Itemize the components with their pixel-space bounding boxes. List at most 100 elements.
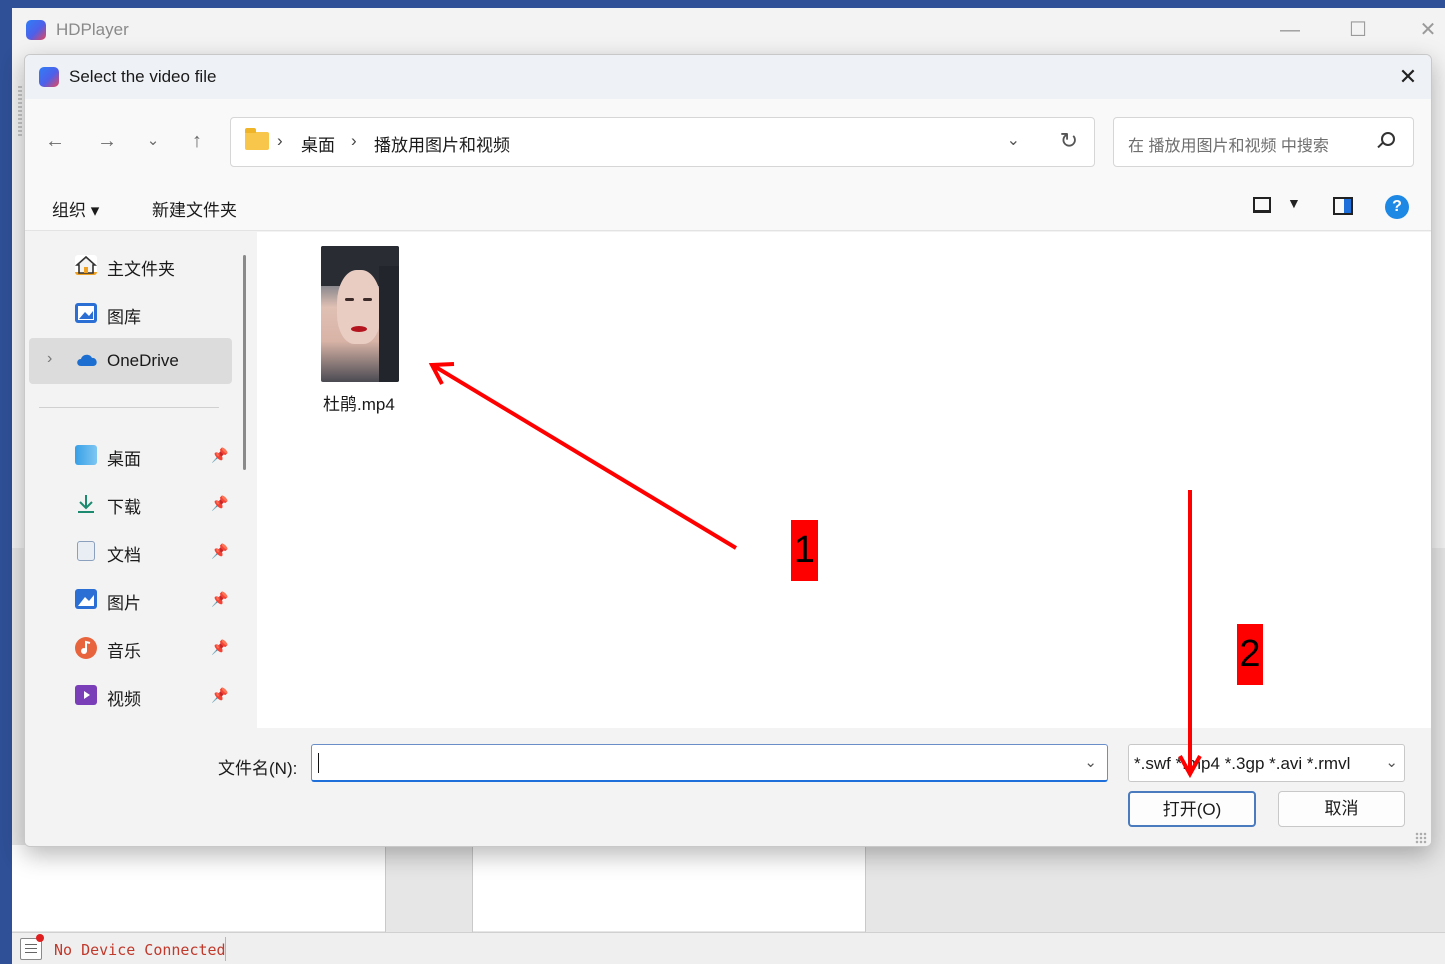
sidebar-item-label: 文档 bbox=[107, 546, 141, 565]
sidebar-item-documents[interactable]: 文档 📌 bbox=[25, 528, 235, 574]
minimize-icon[interactable]: — bbox=[1262, 14, 1318, 46]
back-arrow-icon[interactable]: ← bbox=[39, 125, 71, 157]
status-separator bbox=[225, 937, 226, 961]
pin-icon[interactable]: 📌 bbox=[211, 639, 228, 656]
pin-icon[interactable]: 📌 bbox=[211, 447, 228, 464]
desktop-icon bbox=[75, 445, 97, 465]
sidebar-item-music[interactable]: 音乐 📌 bbox=[25, 624, 235, 670]
file-type-filter-value: *.swf *.mp4 *.3gp *.avi *.rmvl bbox=[1134, 754, 1351, 773]
preview-pane-icon[interactable] bbox=[1333, 197, 1353, 215]
navigation-pane: 主文件夹 图库 › OneDrive 桌面 📌 下载 📌 文档 📌 图片 📌 音… bbox=[25, 232, 235, 728]
download-icon bbox=[75, 493, 97, 513]
sidebar-item-label: 主文件夹 bbox=[107, 260, 175, 279]
splitter-grip bbox=[18, 86, 22, 136]
sidebar-item-onedrive[interactable]: › OneDrive bbox=[29, 338, 232, 384]
dialog-titlebar: Select the video file ✕ bbox=[25, 55, 1431, 99]
status-alert-dot bbox=[36, 934, 44, 942]
file-name-label[interactable]: 杜鹃.mp4 bbox=[323, 390, 395, 415]
filename-input[interactable]: ⌄ bbox=[311, 744, 1108, 782]
file-type-filter[interactable]: *.swf *.mp4 *.3gp *.avi *.rmvl ⌄ bbox=[1128, 744, 1405, 782]
sidebar-item-label: 音乐 bbox=[107, 642, 141, 661]
device-status-text: No Device Connected bbox=[54, 941, 226, 959]
sidebar-item-videos[interactable]: 视频 📌 bbox=[25, 672, 235, 718]
resize-grip[interactable] bbox=[1415, 832, 1427, 844]
search-placeholder: 在 播放用图片和视频 中搜索 bbox=[1128, 138, 1329, 155]
expand-chevron-icon[interactable]: › bbox=[47, 350, 52, 368]
sidebar-item-label: 视频 bbox=[107, 690, 141, 709]
dialog-close-icon[interactable]: ✕ bbox=[1385, 59, 1431, 95]
home-icon bbox=[74, 255, 98, 275]
navigation-bar: ← → ⌄ ↑ › 桌面 › 播放用图片和视频 ⌄ ↻ 在 播放用图片和视频 中… bbox=[25, 99, 1431, 183]
help-icon[interactable]: ? bbox=[1385, 195, 1409, 219]
app-titlebar: HDPlayer — ☐ ✕ bbox=[12, 8, 1445, 52]
breadcrumb-chevron-icon[interactable]: › bbox=[277, 131, 283, 151]
hdplayer-logo-icon bbox=[39, 67, 59, 87]
filename-label: 文件名(N): bbox=[218, 759, 298, 778]
sidebar-item-label: 图片 bbox=[107, 594, 141, 613]
hdplayer-logo-icon bbox=[26, 20, 46, 40]
view-mode-dropdown-icon[interactable]: ▼ bbox=[1287, 195, 1301, 211]
app-panel-left bbox=[12, 845, 385, 931]
status-bar: No Device Connected bbox=[12, 932, 1445, 964]
thumbnail-eye bbox=[363, 298, 372, 301]
breadcrumb-current-folder[interactable]: 播放用图片和视频 bbox=[374, 131, 510, 156]
text-caret bbox=[318, 753, 319, 773]
command-bar: 组织 ▾ 新建文件夹 ▼ ? bbox=[25, 183, 1431, 231]
sidebar-item-label: 桌面 bbox=[107, 450, 141, 469]
pin-icon[interactable]: 📌 bbox=[211, 495, 228, 512]
search-icon[interactable] bbox=[1381, 132, 1395, 146]
gallery-icon bbox=[75, 303, 97, 323]
view-mode-icon[interactable] bbox=[1253, 197, 1271, 213]
window-close-icon[interactable]: ✕ bbox=[1400, 14, 1445, 46]
refresh-icon[interactable]: ↻ bbox=[1060, 128, 1078, 154]
sidebar-item-home[interactable]: 主文件夹 bbox=[25, 242, 235, 288]
thumbnail-lips bbox=[351, 326, 367, 332]
annotation-step-1: 1 bbox=[791, 520, 818, 581]
panel-divider bbox=[865, 845, 866, 935]
pin-icon[interactable]: 📌 bbox=[211, 687, 228, 704]
sidebar-item-gallery[interactable]: 图库 bbox=[25, 290, 235, 336]
forward-arrow-icon[interactable]: → bbox=[91, 125, 123, 157]
up-arrow-icon[interactable]: ↑ bbox=[181, 125, 213, 157]
sidebar-item-label: 下载 bbox=[107, 498, 141, 517]
video-icon bbox=[75, 685, 97, 705]
new-folder-button[interactable]: 新建文件夹 bbox=[152, 196, 237, 221]
video-thumbnail[interactable] bbox=[321, 246, 399, 382]
organize-menu[interactable]: 组织 ▾ bbox=[52, 196, 99, 221]
file-type-dropdown-icon[interactable]: ⌄ bbox=[1381, 753, 1398, 771]
panel-divider bbox=[385, 845, 386, 935]
app-title: HDPlayer bbox=[56, 20, 129, 39]
open-button[interactable]: 打开(O) bbox=[1128, 791, 1256, 827]
address-bar[interactable]: › 桌面 › 播放用图片和视频 ⌄ ↻ bbox=[230, 117, 1095, 167]
sidebar-item-label: 图库 bbox=[107, 308, 141, 327]
cancel-button[interactable]: 取消 bbox=[1278, 791, 1405, 827]
dialog-title: Select the video file bbox=[69, 67, 217, 86]
breadcrumb-desktop[interactable]: 桌面 bbox=[301, 131, 335, 156]
filename-history-dropdown-icon[interactable]: ⌄ bbox=[1084, 753, 1097, 771]
address-dropdown-icon[interactable]: ⌄ bbox=[1007, 130, 1020, 150]
annotation-step-2: 2 bbox=[1237, 624, 1263, 685]
open-file-dialog: Select the video file ✕ ← → ⌄ ↑ › 桌面 › 播… bbox=[24, 54, 1432, 847]
maximize-icon[interactable]: ☐ bbox=[1330, 14, 1386, 46]
music-icon bbox=[75, 637, 97, 659]
sidebar-item-desktop[interactable]: 桌面 📌 bbox=[25, 432, 235, 478]
app-panel-middle bbox=[473, 845, 865, 931]
dialog-footer: 文件名(N): ⌄ *.swf *.mp4 *.3gp *.avi *.rmvl… bbox=[25, 728, 1431, 846]
recent-locations-chevron-icon[interactable]: ⌄ bbox=[137, 125, 169, 157]
folder-icon bbox=[245, 128, 269, 150]
panel-divider bbox=[472, 845, 473, 935]
sidebar-divider bbox=[39, 407, 219, 408]
document-icon bbox=[77, 541, 95, 561]
thumbnail-hair-side bbox=[379, 266, 399, 382]
sidebar-item-label: OneDrive bbox=[107, 351, 179, 370]
sidebar-item-downloads[interactable]: 下载 📌 bbox=[25, 480, 235, 526]
thumbnail-eye bbox=[345, 298, 354, 301]
breadcrumb-chevron-icon[interactable]: › bbox=[351, 131, 357, 151]
pin-icon[interactable]: 📌 bbox=[211, 543, 228, 560]
sidebar-item-pictures[interactable]: 图片 📌 bbox=[25, 576, 235, 622]
onedrive-cloud-icon bbox=[75, 352, 97, 372]
pin-icon[interactable]: 📌 bbox=[211, 591, 228, 608]
sidebar-scrollbar[interactable] bbox=[243, 255, 246, 470]
thumbnail-face bbox=[337, 270, 381, 344]
search-box[interactable]: 在 播放用图片和视频 中搜索 bbox=[1113, 117, 1414, 167]
